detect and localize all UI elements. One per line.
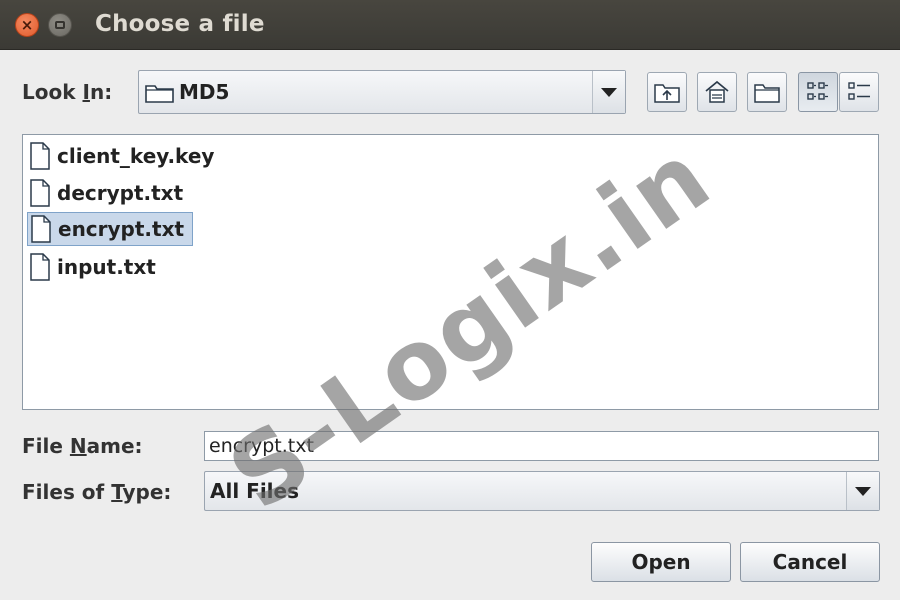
cancel-button[interactable]: Cancel <box>740 542 880 582</box>
file-icon <box>30 253 50 281</box>
chevron-down-icon <box>855 486 871 496</box>
list-view-button[interactable] <box>798 72 838 112</box>
files-of-type-label: Files of Type: <box>22 480 172 504</box>
up-one-level-icon <box>654 84 680 103</box>
list-item-selected[interactable]: encrypt.txt <box>27 212 194 246</box>
look-in-value: MD5 <box>179 80 230 104</box>
file-icon <box>30 142 50 170</box>
details-view-icon <box>848 82 870 100</box>
new-folder-icon <box>754 84 780 103</box>
file-name-label: File Name: <box>22 434 143 458</box>
file-name: encrypt.txt <box>58 217 185 241</box>
file-list[interactable]: client_key.key decrypt.txt encrypt.txt i… <box>22 134 879 410</box>
list-item[interactable]: client_key.key <box>27 139 222 173</box>
up-one-level-button[interactable] <box>647 72 687 112</box>
home-icon <box>705 80 729 103</box>
list-item[interactable]: input.txt <box>27 250 164 284</box>
files-of-type-value: All Files <box>210 479 299 503</box>
list-item[interactable]: decrypt.txt <box>27 176 191 210</box>
home-button[interactable] <box>697 72 737 112</box>
minimize-icon <box>55 21 65 29</box>
look-in-label: Look In: <box>22 80 113 104</box>
look-in-arrow-button[interactable] <box>592 71 625 113</box>
files-of-type-arrow-button[interactable] <box>846 472 879 510</box>
file-name: input.txt <box>57 255 156 279</box>
chevron-down-icon <box>601 87 617 97</box>
close-icon: × <box>20 15 34 34</box>
open-button[interactable]: Open <box>591 542 731 582</box>
file-icon <box>31 215 51 243</box>
minimize-window-button[interactable] <box>48 13 72 37</box>
files-of-type-dropdown[interactable]: All Files <box>204 471 880 511</box>
list-view-icon <box>807 82 828 100</box>
file-icon <box>30 179 50 207</box>
file-name: decrypt.txt <box>57 181 184 205</box>
title-bar: × Choose a file <box>0 0 900 50</box>
details-view-button[interactable] <box>839 72 879 112</box>
folder-icon <box>145 85 174 103</box>
new-folder-button[interactable] <box>747 72 787 112</box>
window-title: Choose a file <box>95 11 265 37</box>
look-in-dropdown[interactable]: MD5 <box>138 70 626 114</box>
file-name: client_key.key <box>57 144 215 168</box>
file-name-field[interactable] <box>204 431 879 461</box>
close-window-button[interactable]: × <box>15 13 39 37</box>
